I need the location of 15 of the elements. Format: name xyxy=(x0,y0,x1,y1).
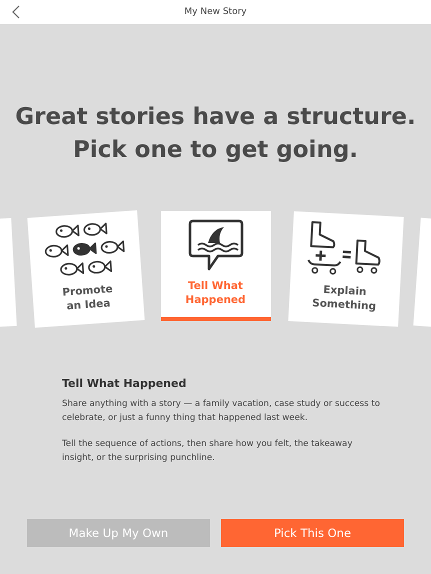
structure-card[interactable]: Promote an Idea xyxy=(26,210,144,328)
description-paragraph: Tell the sequence of actions, then share how you felt, the takeaway insight, or the surprising punchline. xyxy=(62,438,354,464)
pick-button[interactable]: Pick This One xyxy=(221,519,404,547)
shark-fin-speech-bubble-icon xyxy=(188,219,244,273)
structure-card[interactable]: Tell What Happened xyxy=(160,211,270,321)
make-own-button[interactable]: Make Up My Own xyxy=(27,519,210,547)
structure-card[interactable]: Explain Something xyxy=(288,211,404,327)
card-label: Explain Something xyxy=(311,282,377,314)
page-heading: Great stories have a structure. Pick one to get going. xyxy=(14,103,417,165)
card-label: Tell What Happened xyxy=(185,279,246,307)
description-title: Tell What Happened xyxy=(62,377,188,390)
description-paragraph: Share anything with a story — a family vacation, case study or success to celebrate, or just a funny thing that happened last week. xyxy=(62,398,381,424)
card-label: Promote an Idea xyxy=(61,282,114,314)
story-title: My New Story xyxy=(184,7,247,17)
back-icon[interactable] xyxy=(12,5,20,19)
